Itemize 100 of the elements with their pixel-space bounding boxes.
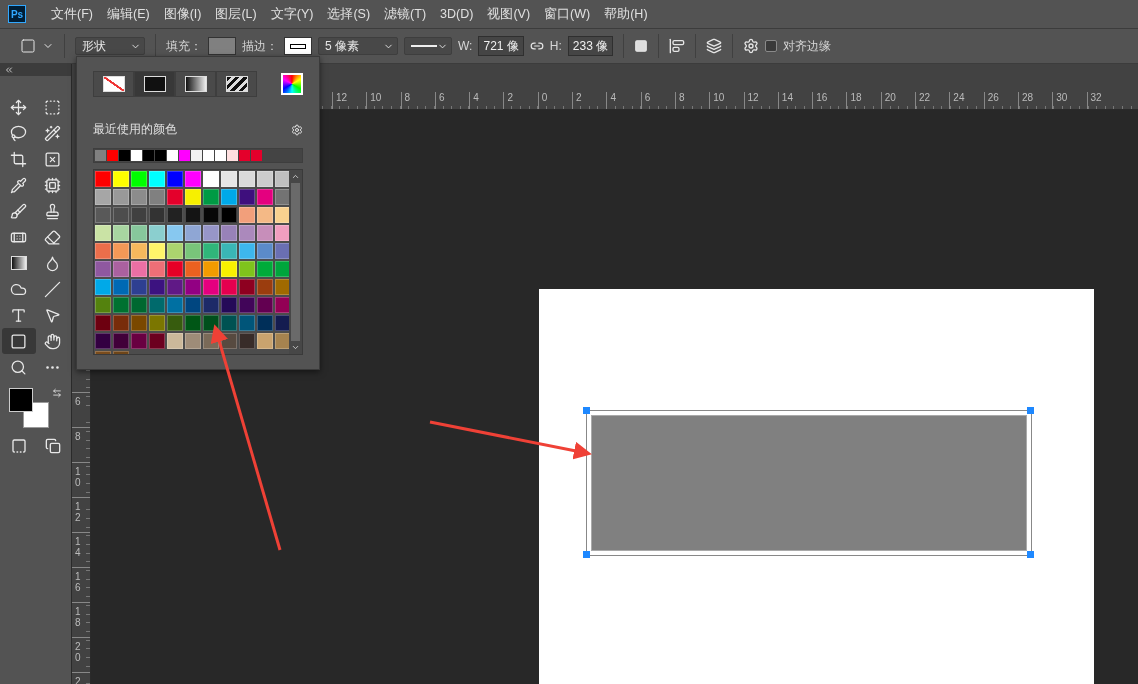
color-swatch[interactable] [113,261,129,277]
color-swatch[interactable] [107,150,118,161]
solid-fill-button[interactable] [134,71,175,97]
color-swatch[interactable] [275,171,289,187]
color-swatch[interactable] [143,150,154,161]
color-swatch[interactable] [155,150,166,161]
color-swatch[interactable] [257,171,273,187]
color-swatch[interactable] [221,171,237,187]
color-swatch[interactable] [113,171,129,187]
color-swatch[interactable] [149,243,165,259]
none-fill-button[interactable] [93,71,134,97]
resize-handle[interactable] [1027,551,1034,558]
color-swatch[interactable] [221,243,237,259]
color-swatch[interactable] [167,207,183,223]
color-swatch[interactable] [149,207,165,223]
link-icon[interactable] [529,39,544,53]
color-swatch[interactable] [113,315,129,331]
stroke-width-dropdown[interactable]: 5 像素 [318,37,398,55]
color-swatch[interactable] [113,333,129,349]
color-swatch[interactable] [167,171,183,187]
color-swatch[interactable] [95,225,111,241]
color-swatch[interactable] [257,243,273,259]
color-swatch[interactable] [239,243,255,259]
color-swatch[interactable] [239,333,255,349]
color-swatch[interactable] [257,297,273,313]
color-swatch[interactable] [113,297,129,313]
color-swatch[interactable] [149,297,165,313]
mode-dropdown[interactable]: 形状 [75,37,145,55]
color-swatch[interactable] [131,333,147,349]
color-swatch[interactable] [251,150,262,161]
color-swatch[interactable] [167,243,183,259]
color-swatches-drawing[interactable] [9,388,50,429]
color-swatch[interactable] [239,315,255,331]
color-swatch[interactable] [257,261,273,277]
color-swatch[interactable] [149,171,165,187]
color-swatch[interactable] [185,225,201,241]
color-swatch[interactable] [179,150,190,161]
menu-item[interactable]: 视图(V) [480,5,538,23]
rectangle-icon[interactable] [20,38,36,54]
color-swatch[interactable] [167,261,183,277]
color-swatch[interactable] [257,279,273,295]
color-swatch[interactable] [275,333,289,349]
color-swatch[interactable] [275,297,289,313]
color-swatch[interactable] [131,225,147,241]
color-swatch[interactable] [131,297,147,313]
color-swatch[interactable] [131,315,147,331]
scrollbar-thumb[interactable] [291,183,300,341]
collapse-icon[interactable] [4,65,14,75]
layers-icon[interactable] [706,38,723,54]
settings-icon[interactable] [291,123,303,136]
color-swatch[interactable] [131,243,147,259]
color-swatch[interactable] [203,207,219,223]
gradient-fill-button[interactable] [175,71,216,97]
color-swatch[interactable] [149,189,165,205]
color-swatch[interactable] [185,279,201,295]
color-swatch[interactable] [149,315,165,331]
color-swatch[interactable] [203,315,219,331]
color-swatch[interactable] [131,150,142,161]
menu-item[interactable]: 窗口(W) [537,5,598,23]
color-swatch[interactable] [185,315,201,331]
resize-handle[interactable] [1027,407,1034,414]
color-swatch[interactable] [95,279,111,295]
color-swatch[interactable] [275,243,289,259]
color-swatch[interactable] [239,279,255,295]
color-swatch[interactable] [239,171,255,187]
resize-handle[interactable] [583,407,590,414]
color-swatch[interactable] [203,297,219,313]
resize-handle[interactable] [583,551,590,558]
color-swatch[interactable] [227,150,238,161]
pattern-fill-button[interactable] [216,71,257,97]
color-swatch[interactable] [203,189,219,205]
color-swatch[interactable] [275,261,289,277]
color-swatch[interactable] [95,189,111,205]
color-swatch[interactable] [203,279,219,295]
color-swatch[interactable] [113,225,129,241]
color-swatch[interactable] [203,150,214,161]
color-swatch[interactable] [95,150,106,161]
color-swatch[interactable] [113,243,129,259]
color-swatch[interactable] [167,189,183,205]
menu-item[interactable]: 编辑(E) [99,5,157,23]
snap-checkbox[interactable] [765,40,778,52]
color-swatch[interactable] [239,261,255,277]
color-swatch[interactable] [275,315,289,331]
color-swatch[interactable] [203,243,219,259]
color-swatch[interactable] [239,225,255,241]
color-swatch[interactable] [95,243,111,259]
color-swatch[interactable] [149,225,165,241]
color-swatch[interactable] [275,279,289,295]
color-swatch[interactable] [257,225,273,241]
color-swatch[interactable] [95,297,111,313]
color-swatch[interactable] [113,189,129,205]
settings-icon[interactable] [743,38,760,54]
color-swatch[interactable] [221,261,237,277]
color-picker-icon[interactable] [281,73,303,95]
color-swatch[interactable] [185,243,201,259]
color-swatch[interactable] [149,333,165,349]
color-swatch[interactable] [149,261,165,277]
swap-icon[interactable] [52,388,62,398]
menu-item[interactable]: 文字(Y) [263,5,321,23]
color-swatch[interactable] [203,261,219,277]
